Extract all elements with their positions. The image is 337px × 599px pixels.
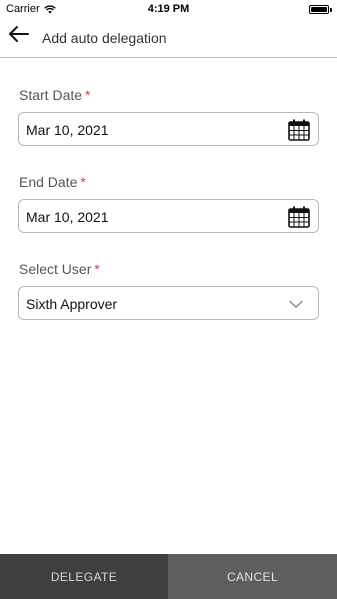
required-marker: *	[85, 87, 91, 103]
end-date-value: Mar 10, 2021	[26, 209, 109, 225]
calendar-icon[interactable]	[287, 118, 311, 142]
start-date-field[interactable]: Mar 10, 2021	[18, 112, 319, 146]
end-date-label: End Date *	[19, 174, 86, 190]
select-user-value: Sixth Approver	[26, 296, 118, 312]
app-header: Add auto delegation	[0, 18, 337, 58]
start-date-label: Start Date *	[19, 87, 90, 103]
select-user-label-text: Select User	[19, 261, 92, 277]
delegate-button[interactable]: DELEGATE	[0, 554, 168, 599]
select-user-dropdown[interactable]: Sixth Approver	[18, 286, 319, 320]
start-date-label-text: Start Date	[19, 87, 83, 103]
status-time: 4:19 PM	[147, 3, 190, 15]
battery-tip	[330, 8, 332, 12]
end-date-field[interactable]: Mar 10, 2021	[18, 199, 319, 233]
arrow-left-icon[interactable]	[8, 25, 30, 43]
select-user-label: Select User *	[19, 261, 100, 277]
battery-icon	[309, 5, 329, 14]
status-bar: Carrier 4:19 PM	[0, 0, 337, 18]
footer-actions: DELEGATE CANCEL	[0, 554, 337, 599]
end-date-label-text: End Date	[19, 174, 78, 190]
cancel-button[interactable]: CANCEL	[168, 554, 337, 599]
chevron-down-icon	[289, 300, 303, 308]
start-date-value: Mar 10, 2021	[26, 122, 109, 138]
required-marker: *	[94, 261, 100, 277]
calendar-icon[interactable]	[287, 205, 311, 229]
page-title: Add auto delegation	[42, 30, 167, 46]
required-marker: *	[80, 174, 86, 190]
